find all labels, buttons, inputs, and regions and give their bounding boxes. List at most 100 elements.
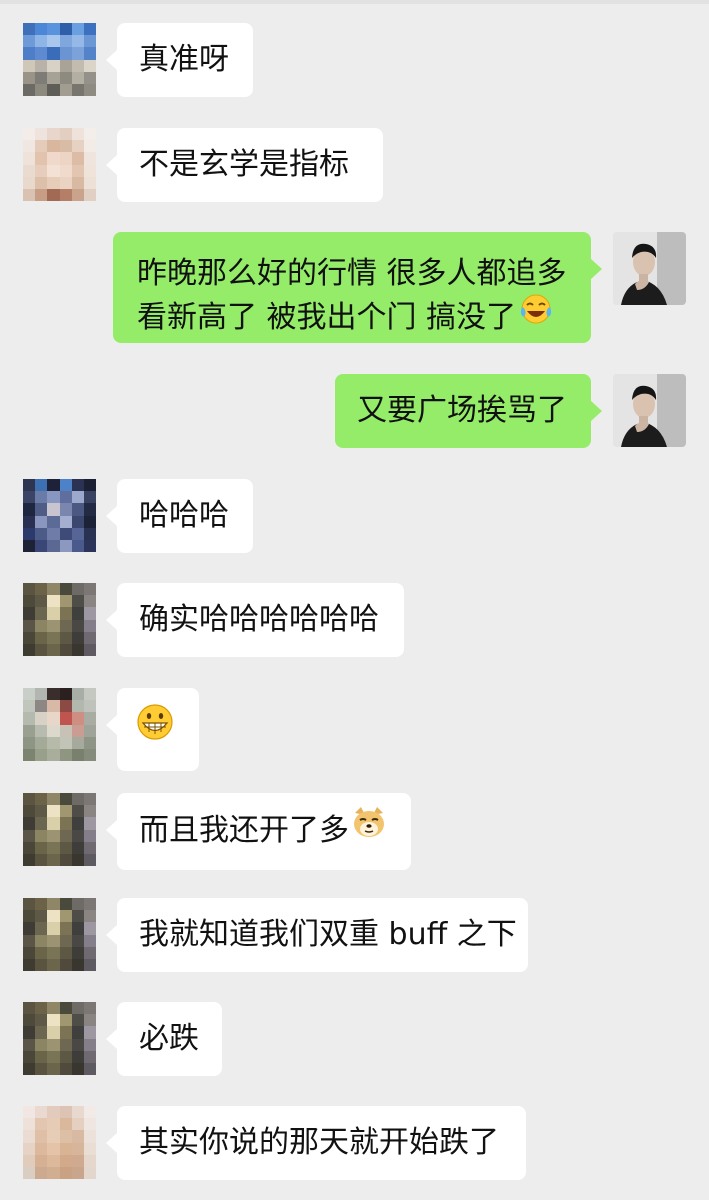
contact-avatar-blonde[interactable] — [23, 128, 96, 201]
avatar-mosaic-cell — [35, 1154, 48, 1167]
grinning-face-icon — [135, 702, 175, 755]
avatar-mosaic-cell — [83, 1002, 96, 1015]
avatar-mosaic-cell — [35, 793, 48, 806]
avatar-mosaic-cell — [83, 583, 96, 596]
avatar-mosaic-cell — [59, 1154, 72, 1167]
avatar-mosaic-cell — [23, 583, 36, 596]
avatar-mosaic-cell — [35, 1062, 48, 1075]
avatar-mosaic-cell — [23, 539, 36, 552]
avatar-mosaic-cell — [23, 712, 36, 725]
own-avatar[interactable] — [613, 232, 686, 305]
avatar-mosaic-cell — [83, 748, 96, 761]
avatar-mosaic-cell — [71, 1014, 84, 1027]
avatar-mosaic-cell — [35, 1106, 48, 1119]
message-bubble-outgoing[interactable]: 昨晚那么好的行情 很多人都追多看新高了 被我出个门 搞没了 — [113, 232, 602, 343]
avatar-mosaic-cell — [47, 805, 60, 818]
avatar-mosaic-cell — [83, 164, 96, 177]
avatar-mosaic-cell — [35, 958, 48, 971]
message-bubble[interactable]: 而且我还开了多 — [106, 793, 411, 870]
avatar-mosaic-cell — [71, 688, 84, 701]
message-bubble[interactable]: 确实哈哈哈哈哈哈 — [106, 583, 404, 657]
avatar-mosaic-cell — [59, 1050, 72, 1063]
avatar-mosaic-cell — [71, 643, 84, 656]
avatar-mosaic-cell — [35, 188, 48, 201]
avatar-mosaic-cell — [23, 491, 36, 504]
avatar-mosaic-cell — [47, 23, 60, 36]
avatar-mosaic-cell — [83, 817, 96, 830]
avatar-mosaic-cell — [83, 539, 96, 552]
avatar-mosaic-cell — [47, 898, 60, 911]
contact-avatar-navy[interactable] — [23, 479, 96, 552]
contact-avatar-olive[interactable] — [23, 583, 96, 656]
avatar-mosaic-cell — [47, 712, 60, 725]
message-bubble[interactable] — [106, 688, 199, 771]
avatar-mosaic-cell — [71, 595, 84, 608]
message-bubble[interactable]: 不是玄学是指标 — [106, 128, 383, 202]
avatar-mosaic-cell — [71, 583, 84, 596]
avatar-mosaic-cell — [23, 527, 36, 540]
avatar-mosaic-cell — [71, 539, 84, 552]
avatar-mosaic-cell — [71, 829, 84, 842]
avatar-mosaic-cell — [35, 607, 48, 620]
avatar-mosaic-cell — [71, 1026, 84, 1039]
avatar-mosaic-cell — [47, 841, 60, 854]
message-bubble[interactable]: 真准呀 — [106, 23, 253, 97]
avatar-mosaic-cell — [23, 1014, 36, 1027]
contact-avatar-olive[interactable] — [23, 898, 96, 971]
avatar-mosaic-cell — [23, 853, 36, 866]
message-text: 真准呀 — [139, 42, 229, 77]
avatar-mosaic-cell — [35, 841, 48, 854]
message-bubble[interactable]: 我就知道我们双重 buff 之下 — [106, 898, 528, 972]
contact-avatar-blonde[interactable] — [23, 1106, 96, 1179]
avatar-mosaic-cell — [35, 946, 48, 959]
avatar-mosaic-cell — [35, 1050, 48, 1063]
avatar-mosaic-cell — [47, 1014, 60, 1027]
avatar-mosaic-cell — [71, 922, 84, 935]
contact-avatar-blue[interactable] — [23, 23, 96, 96]
avatar-mosaic-cell — [71, 128, 84, 141]
avatar-mosaic-cell — [35, 853, 48, 866]
avatar-mosaic-cell — [59, 946, 72, 959]
avatar-mosaic-cell — [23, 643, 36, 656]
avatar-mosaic-cell — [71, 140, 84, 153]
message-bubble[interactable]: 哈哈哈 — [106, 479, 253, 553]
avatar-mosaic-cell — [71, 164, 84, 177]
message-text: 昨晚那么好的行情 很多人都追多看新高了 被我出个门 搞没了 — [137, 256, 567, 335]
avatar-mosaic-cell — [71, 853, 84, 866]
avatar-mosaic-cell — [23, 688, 36, 701]
avatar-mosaic-cell — [35, 479, 48, 492]
avatar-mosaic-cell — [35, 643, 48, 656]
avatar-mosaic-cell — [23, 805, 36, 818]
avatar-mosaic-cell — [83, 595, 96, 608]
avatar-mosaic-cell — [71, 607, 84, 620]
avatar-mosaic-cell — [59, 1142, 72, 1155]
avatar-mosaic-cell — [23, 724, 36, 737]
avatar-mosaic-cell — [59, 805, 72, 818]
avatar-mosaic-cell — [71, 805, 84, 818]
avatar-mosaic-cell — [59, 898, 72, 911]
message-bubble[interactable]: 其实你说的那天就开始跌了 — [106, 1106, 526, 1180]
avatar-mosaic-cell — [59, 491, 72, 504]
avatar-mosaic-cell — [59, 1026, 72, 1039]
avatar-mosaic-cell — [83, 188, 96, 201]
avatar-mosaic-cell — [35, 934, 48, 947]
avatar-mosaic-cell — [47, 793, 60, 806]
avatar-mosaic-cell — [47, 59, 60, 72]
message-bubble-outgoing[interactable]: 又要广场挨骂了 — [335, 374, 602, 448]
avatar-mosaic-cell — [71, 1166, 84, 1179]
message-bubble[interactable]: 必跌 — [106, 1002, 222, 1076]
contact-avatar-olive[interactable] — [23, 1002, 96, 1075]
avatar-mosaic-cell — [71, 1002, 84, 1015]
contact-avatar-olive[interactable] — [23, 793, 96, 866]
avatar-mosaic-cell — [83, 793, 96, 806]
contact-avatar-pale[interactable] — [23, 688, 96, 761]
avatar-mosaic-cell — [47, 958, 60, 971]
avatar-mosaic-cell — [59, 503, 72, 516]
avatar-mosaic-cell — [83, 1038, 96, 1051]
own-avatar[interactable] — [613, 374, 686, 447]
avatar-mosaic-cell — [83, 527, 96, 540]
avatar-mosaic-cell — [59, 934, 72, 947]
avatar-mosaic-cell — [47, 527, 60, 540]
message-text: 我就知道我们双重 buff 之下 — [139, 917, 517, 952]
avatar-mosaic-cell — [83, 515, 96, 528]
